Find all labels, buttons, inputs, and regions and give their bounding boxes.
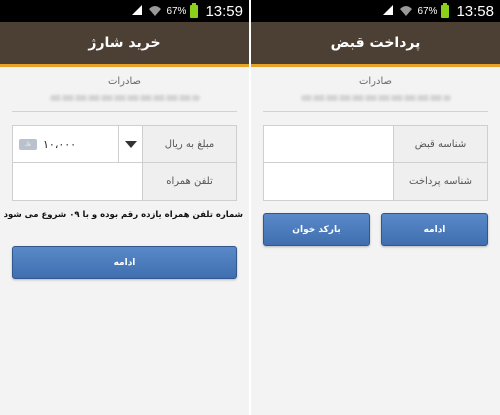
barcode-reader-button[interactable]: بارکد خوان: [263, 213, 370, 246]
chevron-down-icon: [124, 140, 137, 148]
app-bar: پرداخت قبض: [251, 22, 500, 67]
app-bar: خرید شارژ: [0, 22, 249, 67]
phone-label: تلفن همراه: [142, 163, 236, 200]
amount-row: مبلغ به ریال ﷼ ۱۰،۰۰۰: [13, 126, 236, 163]
dropdown-button[interactable]: [118, 126, 142, 162]
payment-id-input[interactable]: [264, 163, 393, 200]
wifi-icon: [149, 6, 162, 16]
blurred-card-number: [49, 95, 200, 101]
bill-id-input[interactable]: [264, 126, 393, 162]
phone-input[interactable]: [13, 163, 142, 200]
page-title: پرداخت قبض: [330, 35, 421, 51]
phone-signal-icon: [132, 5, 143, 15]
status-bar: 67% 13:59: [0, 0, 249, 22]
divider: [12, 111, 237, 112]
bill-form: شناسه قبض شناسه پرداخت: [263, 125, 488, 201]
status-clock: 13:59: [205, 2, 243, 20]
amount-value: ۱۰،۰۰۰: [43, 137, 77, 151]
phone-signal-icon: [383, 5, 394, 15]
buy-charge-screen: 67% 13:59 خرید شارژ صادرات مبلغ به ریال …: [0, 0, 249, 415]
phone-row: تلفن همراه: [13, 163, 236, 200]
banknote-icon: ﷼: [19, 138, 37, 150]
bill-payment-screen: 67% 13:58 پرداخت قبض صادرات شناسه قبض شن…: [251, 0, 500, 415]
status-clock: 13:58: [456, 2, 494, 20]
battery-icon: [441, 2, 450, 18]
divider: [263, 111, 488, 112]
charge-form: مبلغ به ریال ﷼ ۱۰،۰۰۰ تلفن همراه: [12, 125, 237, 201]
battery-icon: [190, 2, 199, 18]
continue-button[interactable]: ادامه: [12, 246, 237, 279]
amount-select[interactable]: ﷼ ۱۰،۰۰۰: [13, 126, 142, 162]
page-title: خرید شارژ: [88, 35, 161, 51]
bank-name-label: صادرات: [107, 76, 141, 87]
continue-button[interactable]: ادامه: [381, 213, 488, 246]
blurred-card-number: [300, 95, 451, 101]
payment-id-label: شناسه پرداخت: [393, 163, 487, 200]
bill-id-row: شناسه قبض: [264, 126, 487, 163]
payment-id-row: شناسه پرداخت: [264, 163, 487, 200]
battery-percent: 67%: [417, 5, 438, 17]
bank-name-label: صادرات: [358, 76, 392, 87]
status-bar: 67% 13:58: [251, 0, 500, 22]
phone-hint: شماره تلفن همراه یازده رقم بوده و با ۰۹ …: [3, 210, 243, 220]
amount-label: مبلغ به ریال: [142, 126, 236, 162]
wifi-icon: [400, 6, 413, 16]
bill-id-label: شناسه قبض: [393, 126, 487, 162]
battery-percent: 67%: [166, 5, 187, 17]
